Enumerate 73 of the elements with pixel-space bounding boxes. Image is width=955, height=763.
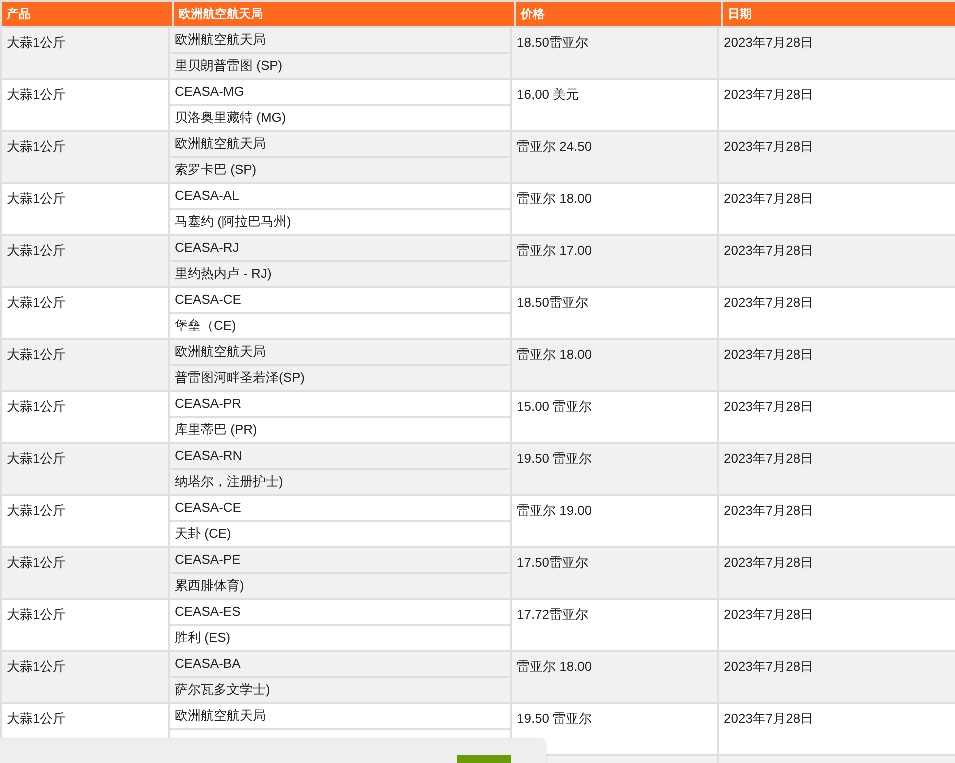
- table-cell: 堡垒（CE): [170, 314, 510, 338]
- table-cell: 贝洛奥里藏特 (MG): [170, 106, 510, 130]
- table-cell: 天卦 (CE): [170, 522, 510, 546]
- table-cell: 16,00 美元: [512, 80, 717, 130]
- table-cell: 19.50 雷亚尔: [512, 704, 717, 754]
- table-cell: 大蒜1公斤: [2, 28, 168, 78]
- column-header: 产品: [2, 2, 172, 26]
- table-cell: 大蒜1公斤: [2, 548, 168, 598]
- table-cell: 18.50雷亚尔: [512, 28, 717, 78]
- table-cell: CEASA-CE: [170, 496, 510, 520]
- table-cell: 大蒜1公斤: [2, 288, 168, 338]
- table-cell: 2023年7月28日: [719, 704, 955, 754]
- table-cell: 2023年7月28日: [719, 132, 955, 182]
- table-cell: 胜利 (ES): [170, 626, 510, 650]
- table-cell: 欧洲航空航天局: [170, 704, 510, 728]
- table-cell: 大蒜1公斤: [2, 80, 168, 130]
- table-cell: 2023年7月28日: [719, 236, 955, 286]
- table-cell: 2023年7月28日: [719, 652, 955, 702]
- table-cell: 2023年7月28日: [719, 340, 955, 390]
- table-cell: 2023年7月28日: [719, 548, 955, 598]
- table-cell: 马塞约 (阿拉巴马州): [170, 210, 510, 234]
- table-cell: 17.50雷亚尔: [512, 548, 717, 598]
- table-cell: 累西腓体育): [170, 574, 510, 598]
- table-cell: 19.50 雷亚尔: [512, 444, 717, 494]
- table-cell: CEASA-ES: [170, 600, 510, 624]
- table-cell: 欧洲航空航天局: [170, 132, 510, 156]
- table-cell: 索罗卡巴 (SP): [170, 158, 510, 182]
- action-button[interactable]: [457, 755, 511, 763]
- table-cell: 纳塔尔，注册护士): [170, 470, 510, 494]
- table-cell: 2023年7月28日: [719, 392, 955, 442]
- column-header: 欧洲航空航天局: [174, 2, 514, 26]
- table-cell: 大蒜1公斤: [2, 392, 168, 442]
- table-cell: 2023年7月28日: [719, 496, 955, 546]
- table-cell: CEASA-MG: [170, 80, 510, 104]
- table-cell: 2023年7月28日: [719, 184, 955, 234]
- table-cell: CEASA-PR: [170, 392, 510, 416]
- table-cell: CEASA-RJ: [170, 236, 510, 260]
- table-cell: CEASA-PE: [170, 548, 510, 572]
- table-cell: 2023年7月28日: [719, 600, 955, 650]
- table-cell: 18.50雷亚尔: [512, 288, 717, 338]
- table-cell: 2023年7月28日: [719, 444, 955, 494]
- table-cell: 2023年7月28日: [719, 28, 955, 78]
- table-cell: 大蒜1公斤: [2, 496, 168, 546]
- table-cell: 欧洲航空航天局: [170, 340, 510, 364]
- table-cell: 2023年7月28日: [719, 288, 955, 338]
- table-cell: 萨尔瓦多文学士): [170, 678, 510, 702]
- column-header: 价格: [516, 2, 721, 26]
- table-cell: 雷亚尔 24.50: [512, 132, 717, 182]
- table-cell: 雷亚尔 17.00: [512, 236, 717, 286]
- table-cell: 大蒜1公斤: [2, 184, 168, 234]
- table-cell: 2023年7月28日: [719, 80, 955, 130]
- table-cell: 大蒜1公斤: [2, 600, 168, 650]
- table-cell: 雷亚尔 18.00: [512, 340, 717, 390]
- table-cell: CEASA-RN: [170, 444, 510, 468]
- table-cell: 雷亚尔 18.00: [512, 184, 717, 234]
- table-cell: 大蒜1公斤: [2, 340, 168, 390]
- table-cell: 欧洲航空航天局: [170, 28, 510, 52]
- table-cell: 里约热内卢 - RJ): [170, 262, 510, 286]
- table-cell: 大蒜1公斤: [2, 652, 168, 702]
- table-cell: 大蒜1公斤: [2, 132, 168, 182]
- table-cell: 普雷图河畔圣若泽(SP): [170, 366, 510, 390]
- table-cell: 15.00 雷亚尔: [512, 392, 717, 442]
- table-cell: CEASA-AL: [170, 184, 510, 208]
- table-cell: 17.72雷亚尔: [512, 600, 717, 650]
- table-cell: 大蒜1公斤: [2, 444, 168, 494]
- column-header: 日期: [723, 2, 955, 26]
- table-cell: 大蒜1公斤: [2, 236, 168, 286]
- table-cell: 里贝朗普雷图 (SP): [170, 54, 510, 78]
- table-cell: 雷亚尔 19.00: [512, 496, 717, 546]
- table-cell: CEASA-BA: [170, 652, 510, 676]
- table-cell: 雷亚尔 18.00: [512, 652, 717, 702]
- table-cell: CEASA-CE: [170, 288, 510, 312]
- table-cell: 库里蒂巴 (PR): [170, 418, 510, 442]
